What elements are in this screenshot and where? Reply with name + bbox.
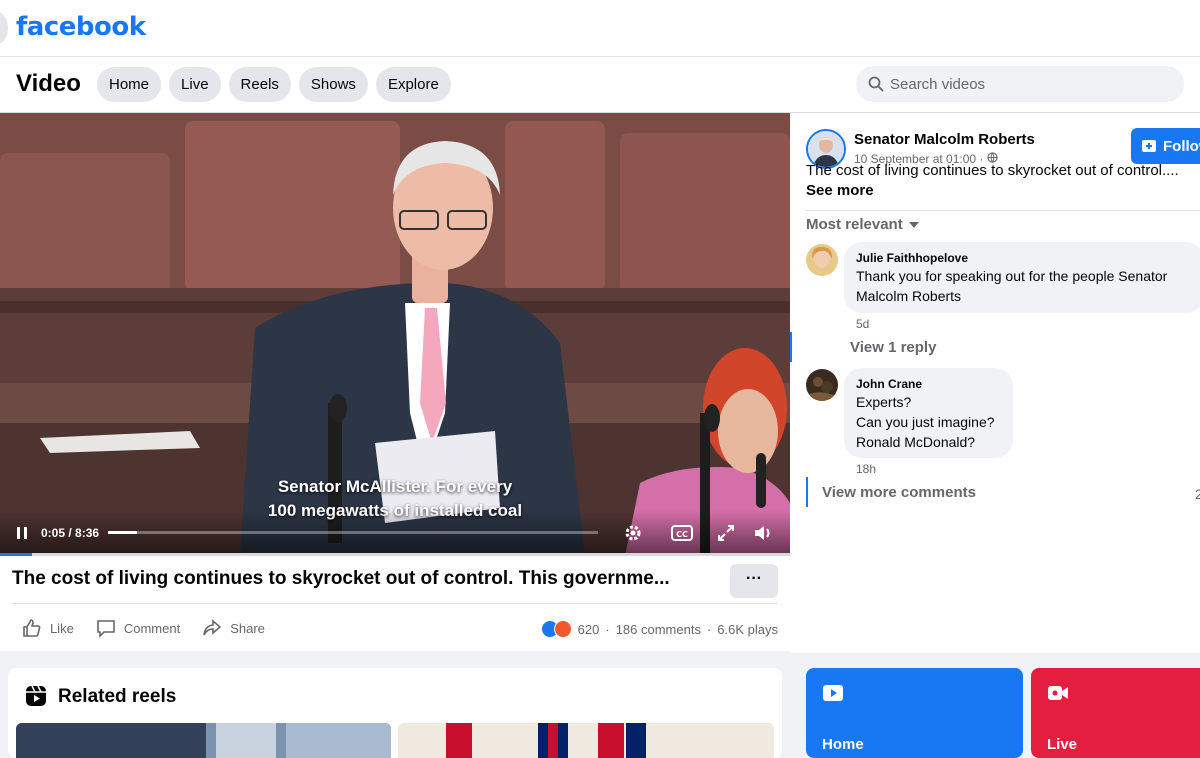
- pause-icon[interactable]: [12, 522, 34, 544]
- video-controls: 0:05 / 8:36 CC: [0, 510, 790, 556]
- home-shortcut-tile[interactable]: Home: [806, 668, 1023, 758]
- comment-time[interactable]: 18h: [856, 462, 876, 476]
- comment-text-line: Malcolm Roberts: [856, 288, 962, 304]
- comments-thread-line: [806, 477, 808, 507]
- comment-text-line: Can you just imagine?: [856, 414, 995, 430]
- live-shortcut-tile[interactable]: Live: [1031, 668, 1200, 758]
- video-header: Video Home Live Reels Shows Explore: [0, 57, 1200, 113]
- search-box[interactable]: [856, 66, 1184, 102]
- follow-page-icon: [1142, 140, 1156, 152]
- share-button[interactable]: Share: [202, 618, 265, 638]
- reaction-count[interactable]: 620: [578, 622, 600, 637]
- sort-comments-dropdown[interactable]: Most relevant: [806, 216, 919, 233]
- comments-sidebar: Senator Malcolm Roberts 10 September at …: [790, 113, 1200, 653]
- tab-home[interactable]: Home: [97, 67, 162, 102]
- reel-thumbnail-image: [398, 723, 774, 758]
- follow-label: Follow: [1163, 137, 1200, 155]
- comments-count[interactable]: 186 comments: [616, 622, 701, 637]
- share-icon: [203, 619, 222, 636]
- comment-text-line: Thank you for speaking out for the peopl…: [856, 268, 1168, 284]
- related-reels-section: Related reels: [8, 668, 782, 758]
- thumbs-up-icon: [23, 619, 41, 637]
- subtitle-line-1: Senator McAllister. For every: [277, 477, 513, 496]
- comment-text-line: Ronald McDonald?: [856, 434, 976, 450]
- view-more-comments-link[interactable]: View more comments: [822, 484, 976, 501]
- caption-text: The cost of living continues to skyrocke…: [806, 162, 1179, 179]
- related-reels-title: Related reels: [58, 686, 177, 707]
- tab-live[interactable]: Live: [169, 67, 221, 102]
- video-title[interactable]: The cost of living continues to skyrocke…: [12, 568, 712, 590]
- tab-reels[interactable]: Reels: [228, 67, 291, 102]
- see-more-link[interactable]: See more: [806, 181, 1186, 201]
- like-label: Like: [50, 620, 74, 636]
- plays-count: 6.6K plays: [717, 621, 778, 637]
- settings-gear-icon[interactable]: [622, 522, 644, 544]
- comment-bubble: John Crane Experts? Can you just imagine…: [844, 368, 1013, 458]
- share-label: Share: [230, 620, 265, 636]
- video-info-panel: The cost of living continues to skyrocke…: [0, 556, 790, 651]
- search-icon: [868, 76, 884, 92]
- sidebar-edge: [0, 12, 8, 44]
- video-play-icon: [823, 685, 843, 701]
- tile-label: Home: [822, 736, 864, 753]
- search-input[interactable]: [890, 75, 1170, 93]
- volume-icon[interactable]: [752, 522, 774, 544]
- comment-author[interactable]: Julie Faithhopelove: [856, 250, 1192, 266]
- comment-author[interactable]: John Crane: [856, 376, 1001, 392]
- comment-text-line: Experts?: [856, 394, 912, 410]
- divider: [12, 603, 778, 604]
- caret-down-icon: [908, 221, 919, 228]
- page-title: Video: [16, 70, 81, 97]
- more-options-button[interactable]: ···: [730, 564, 778, 598]
- angry-reaction-icon: [553, 620, 572, 638]
- reaction-icons[interactable]: [540, 620, 572, 638]
- video-tabs: Home Live Reels Shows Explore: [97, 67, 451, 102]
- separator: ·: [706, 621, 712, 637]
- captions-cc-icon[interactable]: CC: [670, 522, 694, 544]
- divider: [806, 210, 1200, 211]
- separator: ·: [605, 621, 610, 637]
- sort-label: Most relevant: [806, 216, 903, 233]
- avatar[interactable]: [806, 369, 838, 401]
- follow-button[interactable]: Follow: [1131, 128, 1200, 164]
- fullscreen-icon[interactable]: [715, 522, 737, 544]
- avatar[interactable]: [806, 244, 838, 276]
- comment-button[interactable]: Comment: [96, 618, 180, 638]
- top-navigation-bar: facebook: [0, 0, 1200, 57]
- reel-thumbnail[interactable]: [16, 723, 391, 758]
- remaining-comments-count: 2: [1195, 486, 1200, 502]
- post-caption: The cost of living continues to skyrocke…: [806, 161, 1186, 201]
- reply-thread-line: [790, 332, 792, 362]
- tab-shows[interactable]: Shows: [298, 67, 368, 102]
- like-button[interactable]: Like: [22, 618, 74, 638]
- tile-label: Live: [1047, 736, 1078, 753]
- comment-bubble: Julie Faithhopelove Thank you for speaki…: [844, 242, 1200, 313]
- comment-icon: [97, 620, 115, 638]
- facebook-logo[interactable]: facebook: [16, 12, 146, 42]
- comment-label: Comment: [123, 620, 181, 636]
- commenter-avatar-image: [806, 369, 838, 401]
- seek-bar[interactable]: [108, 531, 598, 534]
- reel-thumbnail[interactable]: [398, 723, 774, 758]
- view-replies-link[interactable]: View 1 reply: [850, 339, 936, 356]
- comment-time[interactable]: 5d: [856, 317, 869, 331]
- live-camera-icon: [1048, 686, 1068, 700]
- time-display: 0:05 / 8:36: [41, 526, 100, 540]
- page-name[interactable]: Senator Malcolm Roberts: [854, 131, 1035, 148]
- tab-explore[interactable]: Explore: [375, 67, 451, 102]
- reels-icon: [26, 685, 46, 706]
- seek-progress: [108, 531, 138, 534]
- post-stats: 620 · 186 comments · 6.6K plays: [540, 620, 778, 638]
- reel-thumbnail-image: [16, 723, 391, 758]
- commenter-avatar-image: [806, 244, 838, 276]
- video-player[interactable]: Senator McAllister. For every 100 megawa…: [0, 113, 790, 556]
- svg-text:CC: CC: [676, 530, 688, 539]
- post-actions: Like Comment Share: [22, 618, 265, 638]
